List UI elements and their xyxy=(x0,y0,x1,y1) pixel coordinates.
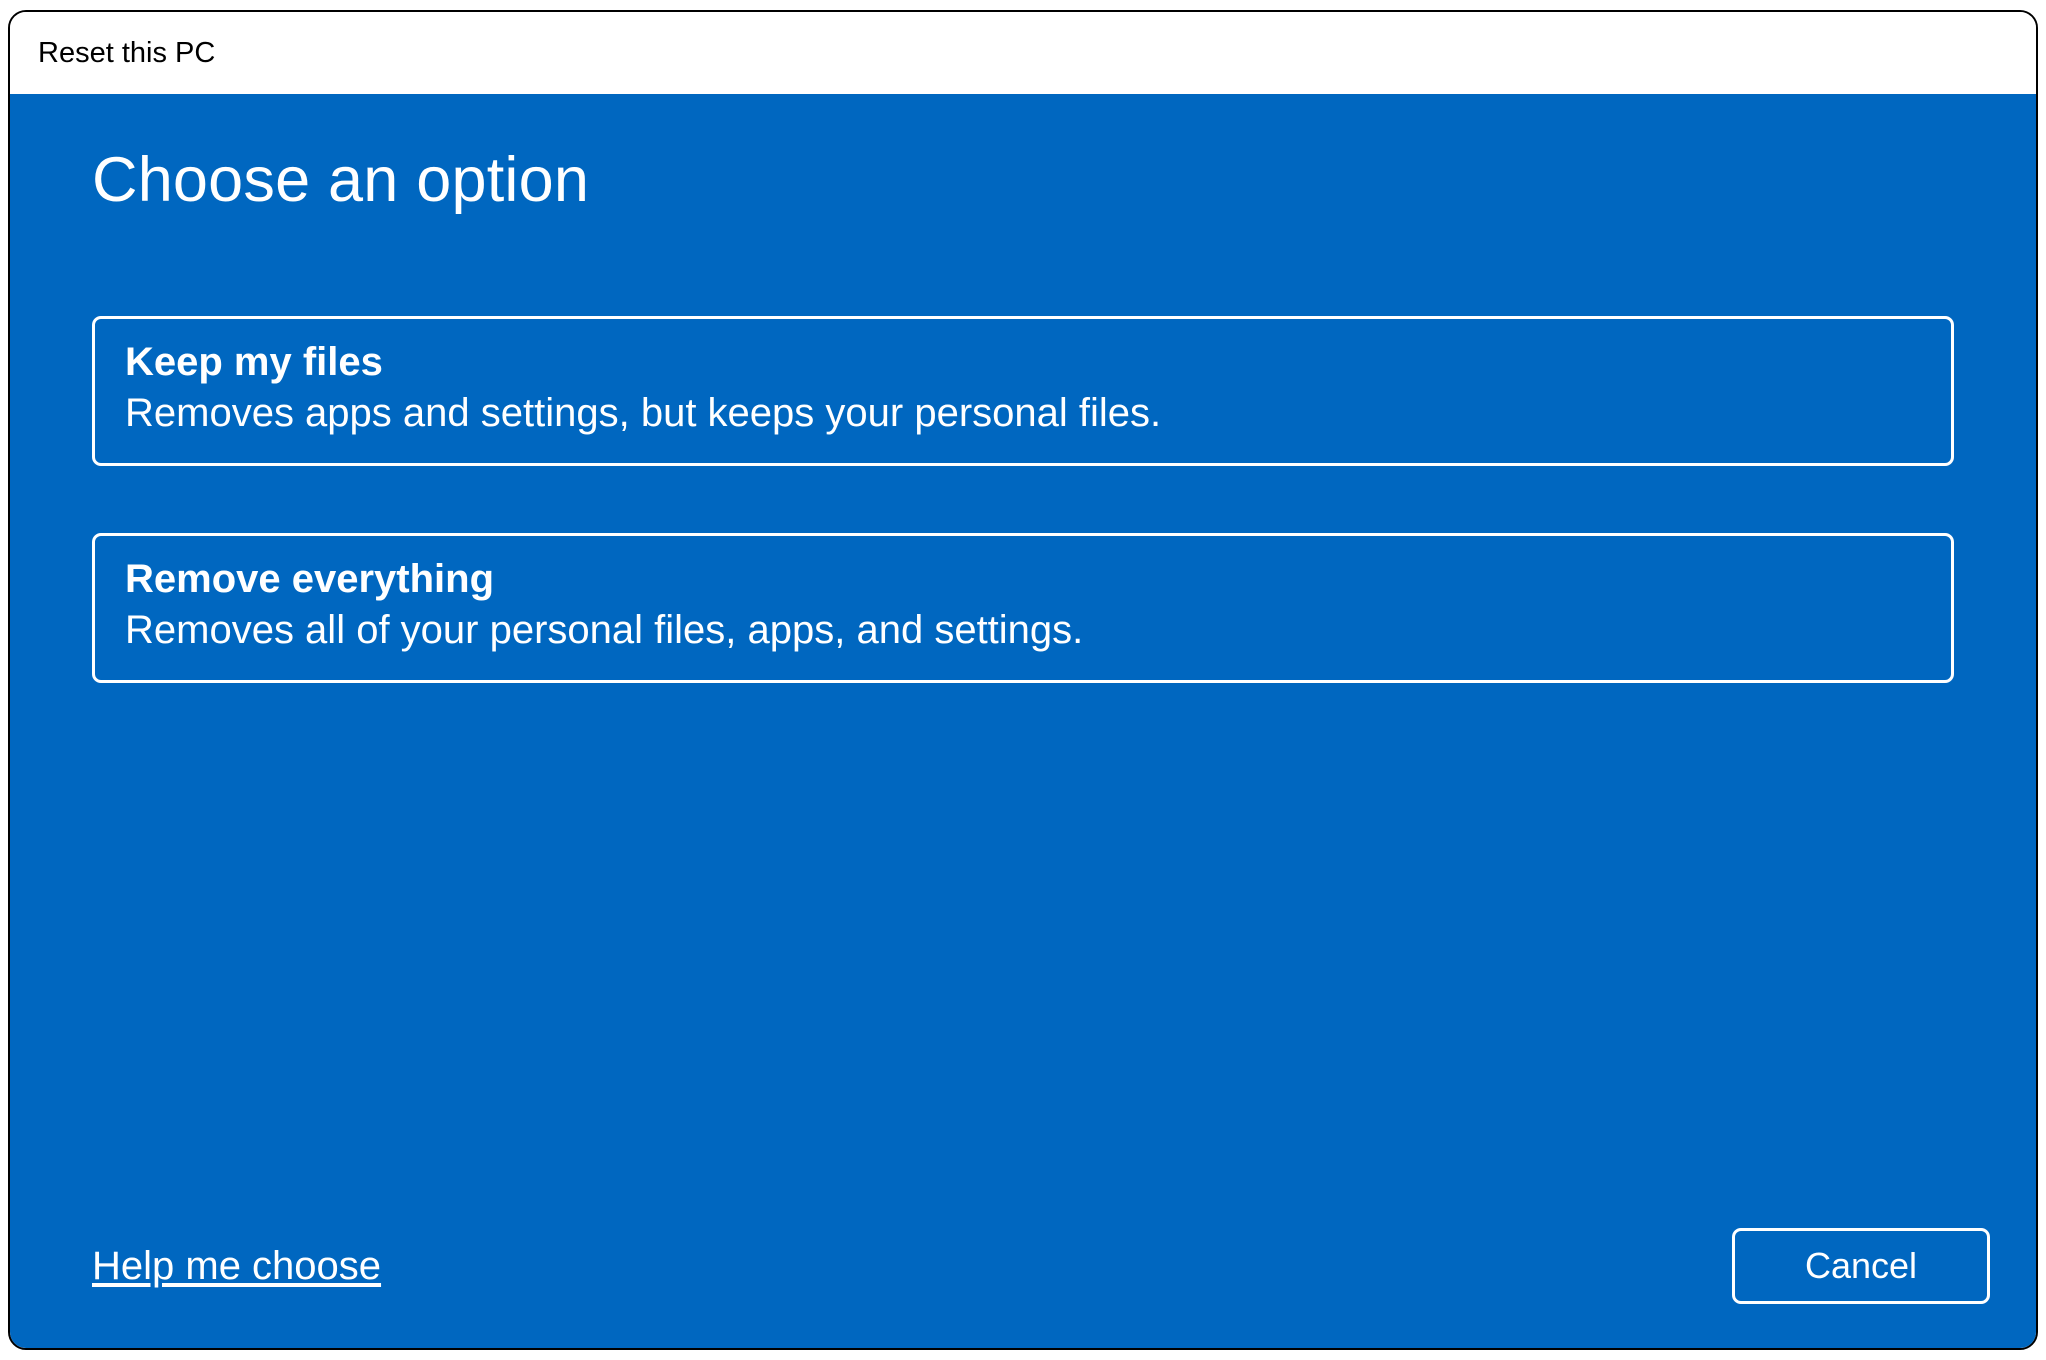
titlebar: Reset this PC xyxy=(10,12,2036,94)
dialog-footer: Help me choose Cancel xyxy=(92,1228,1990,1304)
dialog-body: Choose an option Keep my files Removes a… xyxy=(10,94,2036,1348)
window-title: Reset this PC xyxy=(38,37,215,70)
option-title: Keep my files xyxy=(125,340,1921,385)
option-remove-everything[interactable]: Remove everything Removes all of your pe… xyxy=(92,533,1954,683)
option-description: Removes apps and settings, but keeps you… xyxy=(125,387,1921,439)
option-keep-my-files[interactable]: Keep my files Removes apps and settings,… xyxy=(92,316,1954,466)
help-me-choose-link[interactable]: Help me choose xyxy=(92,1244,381,1289)
cancel-button[interactable]: Cancel xyxy=(1732,1228,1990,1304)
page-heading: Choose an option xyxy=(92,144,1954,216)
reset-pc-dialog: Reset this PC Choose an option Keep my f… xyxy=(8,10,2038,1350)
option-title: Remove everything xyxy=(125,557,1921,602)
option-description: Removes all of your personal files, apps… xyxy=(125,604,1921,656)
options-list: Keep my files Removes apps and settings,… xyxy=(92,316,1954,683)
